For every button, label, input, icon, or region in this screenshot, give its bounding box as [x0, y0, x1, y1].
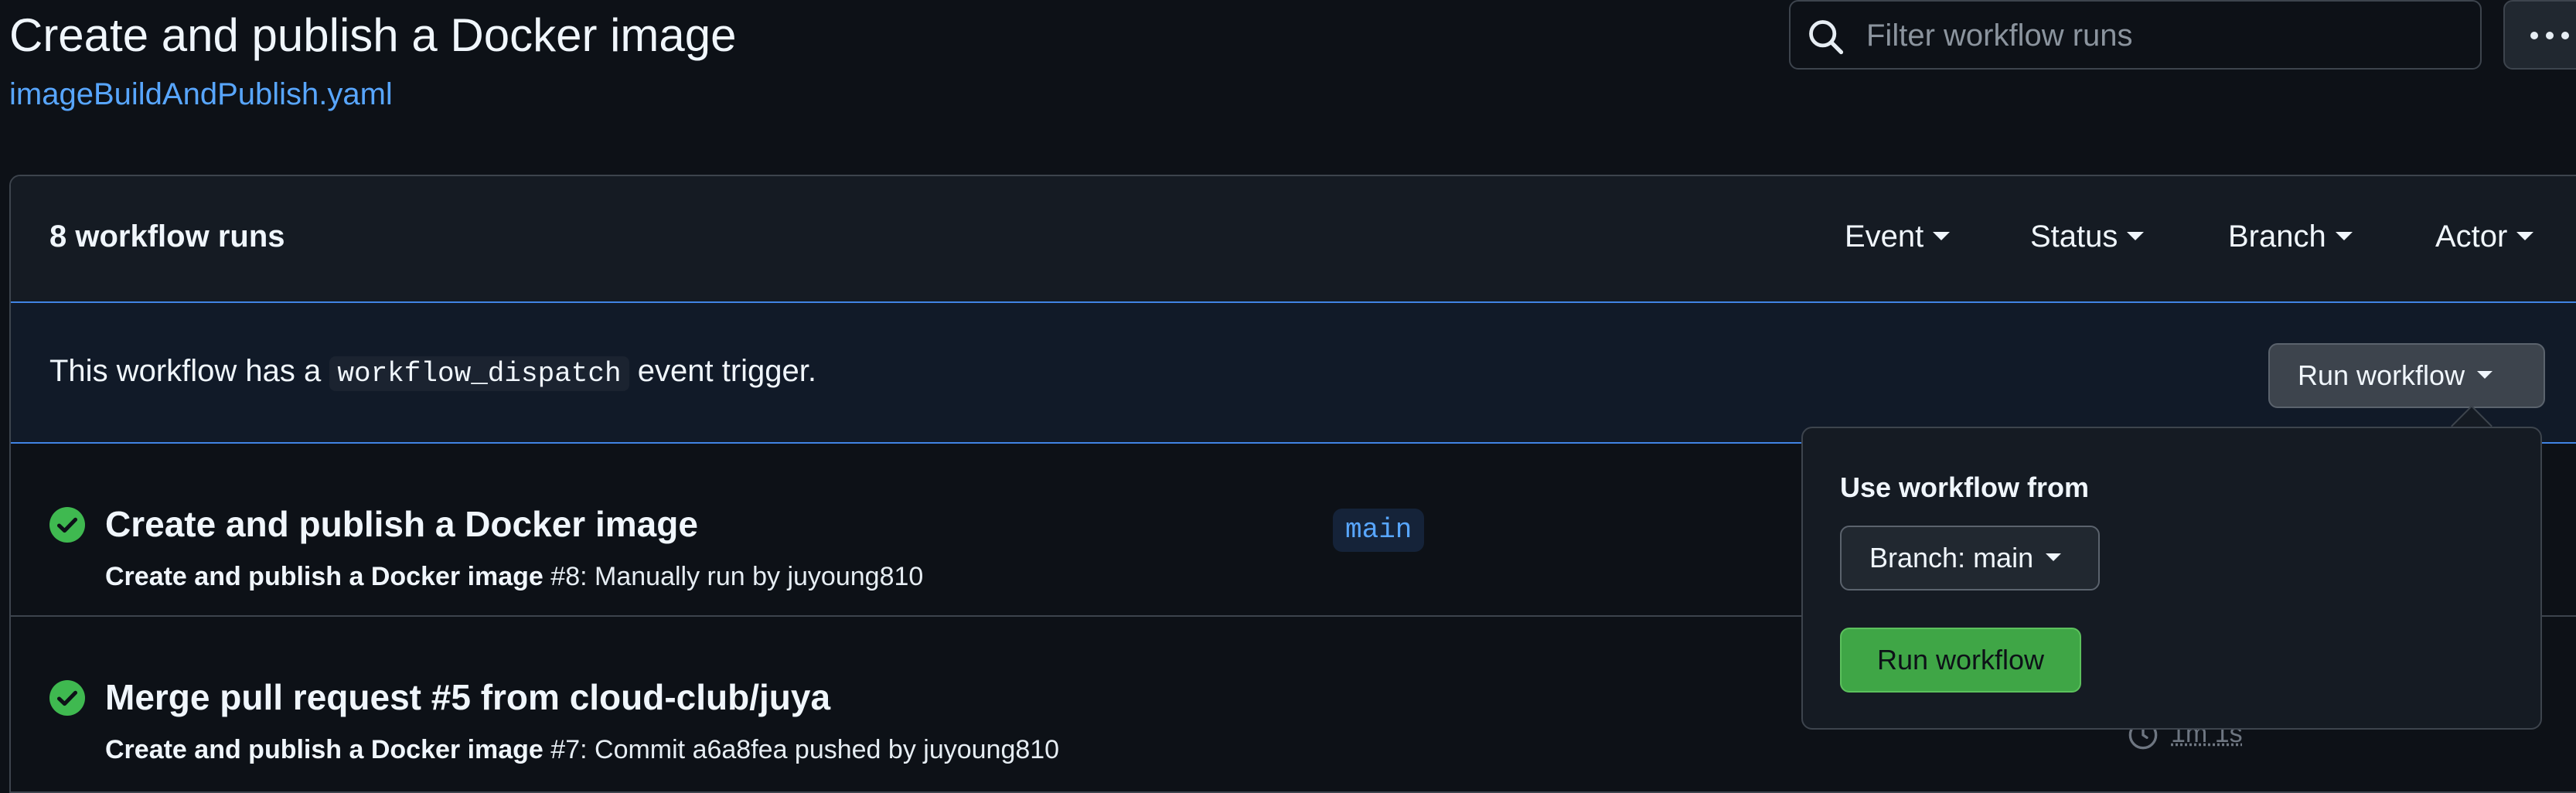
popover-title: Use workflow from	[1840, 468, 2089, 507]
runs-count: 8 workflow runs	[49, 213, 285, 260]
filter-branch-label: Branch	[2228, 220, 2326, 254]
run-detail: : Commit a6a8fea pushed by juyoung810	[580, 735, 1059, 764]
run-number: #7	[550, 735, 580, 764]
dispatch-text-before: This workflow has a	[49, 354, 321, 388]
runs-header: 8 workflow runs Event Status Branch Acto…	[11, 176, 2576, 303]
run-workflow-name: Create and publish a Docker image	[105, 562, 543, 591]
run-detail: : Manually run by juyoung810	[580, 562, 923, 591]
more-options-button[interactable]	[2503, 0, 2576, 70]
run-workflow-name: Create and publish a Docker image	[105, 735, 543, 764]
run-workflow-submit-button[interactable]: Run workflow	[1840, 628, 2081, 693]
filter-status[interactable]: Status	[2030, 215, 2144, 258]
run-subtitle: Create and publish a Docker image #7: Co…	[105, 731, 1059, 768]
caret-down-icon	[2516, 232, 2533, 240]
caret-down-icon	[2127, 232, 2144, 240]
run-title[interactable]: Create and publish a Docker image	[105, 501, 698, 547]
filter-branch[interactable]: Branch	[2228, 215, 2353, 258]
dispatch-event-code: workflow_dispatch	[329, 356, 629, 391]
filter-actor[interactable]: Actor	[2435, 215, 2533, 258]
dispatch-banner: This workflow has a workflow_dispatch ev…	[11, 303, 2576, 444]
filter-actor-label: Actor	[2435, 220, 2507, 254]
workflow-file-link[interactable]: imageBuildAndPublish.yaml	[9, 73, 393, 116]
run-title[interactable]: Merge pull request #5 from cloud-club/ju…	[105, 674, 830, 720]
filter-event-label: Event	[1845, 220, 1923, 254]
caret-down-icon	[2336, 232, 2353, 240]
run-number: #8	[550, 562, 580, 591]
dispatch-text-after: event trigger.	[638, 354, 816, 388]
kebab-icon	[2505, 2, 2576, 71]
branch-select-label: Branch: main	[1869, 542, 2033, 573]
caret-down-icon	[2046, 553, 2061, 561]
branch-select[interactable]: Branch: main	[1840, 526, 2100, 590]
branch-label[interactable]: main	[1333, 509, 1424, 552]
filter-event[interactable]: Event	[1845, 215, 1950, 258]
caret-down-icon	[2477, 371, 2493, 379]
dispatch-message: This workflow has a workflow_dispatch ev…	[49, 348, 816, 397]
filter-status-label: Status	[2030, 220, 2118, 254]
page-title: Create and publish a Docker image	[9, 6, 737, 65]
filter-runs-search[interactable]	[1789, 0, 2482, 70]
run-workflow-label: Run workflow	[2298, 359, 2465, 391]
search-input[interactable]	[1865, 9, 2455, 62]
caret-down-icon	[1933, 232, 1950, 240]
check-circle-icon	[49, 507, 85, 543]
check-circle-icon	[49, 680, 85, 716]
run-subtitle: Create and publish a Docker image #8: Ma…	[105, 558, 923, 595]
run-workflow-dropdown-button[interactable]: Run workflow	[2268, 343, 2545, 408]
search-icon	[1806, 17, 1846, 57]
run-workflow-popover: Use workflow from Branch: main Run workf…	[1801, 427, 2542, 730]
